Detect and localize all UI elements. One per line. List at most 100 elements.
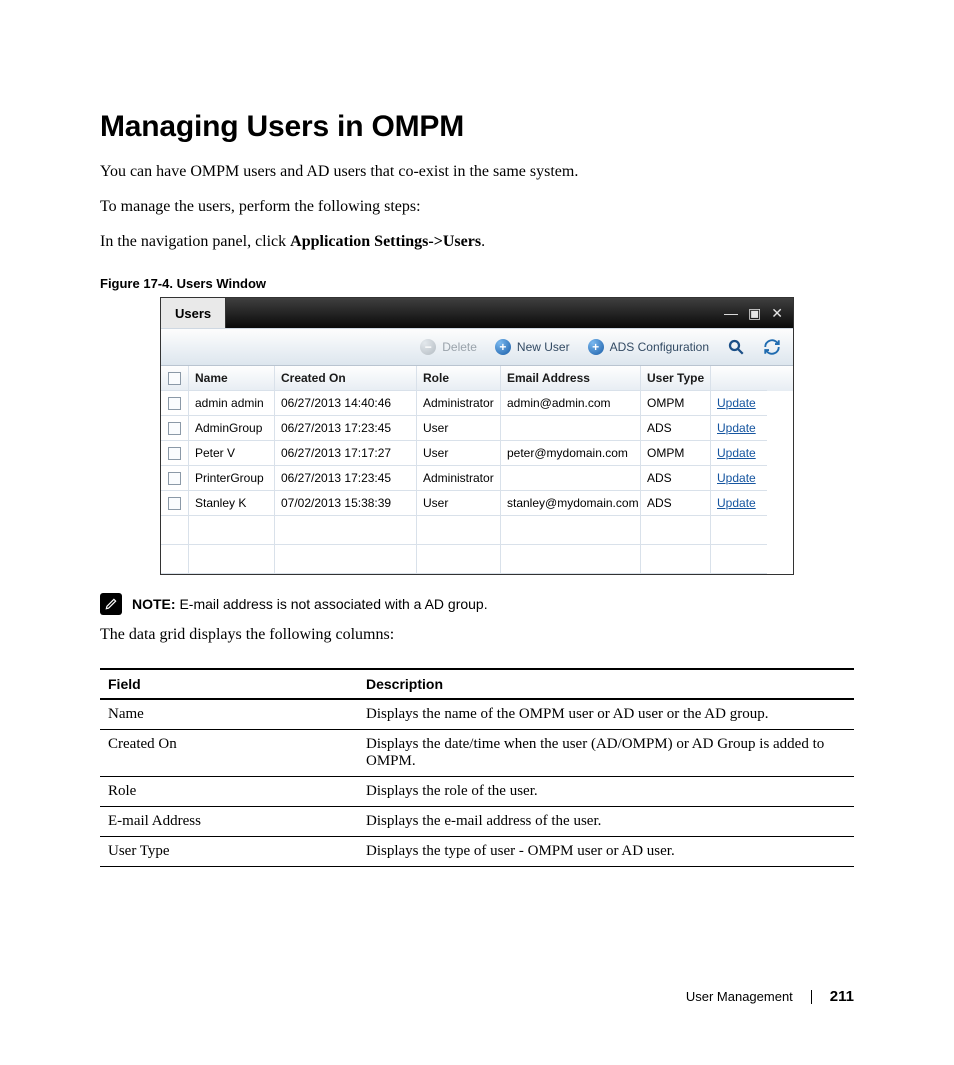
cell-name: admin admin <box>189 391 275 416</box>
cell-created: 06/27/2013 17:23:45 <box>275 466 417 491</box>
delete-button[interactable]: − Delete <box>420 339 477 355</box>
titlebar: Users — ▣ ✕ <box>161 298 793 328</box>
col-user-type[interactable]: User Type <box>641 366 711 391</box>
update-link[interactable]: Update <box>711 391 767 416</box>
table-row[interactable]: admin admin 06/27/2013 14:40:46 Administ… <box>161 391 793 416</box>
plus-icon: + <box>588 339 604 355</box>
maximize-icon[interactable]: ▣ <box>748 305 761 322</box>
page-title: Managing Users in OMPM <box>100 110 854 144</box>
field-description-table: Field Description Name Displays the name… <box>100 668 854 867</box>
table-row-empty <box>161 516 793 545</box>
figure-caption: Figure 17-4. Users Window <box>100 276 854 291</box>
new-user-label: New User <box>517 340 570 354</box>
cell-user-type: OMPM <box>641 441 711 466</box>
field-row: Created On Displays the date/time when t… <box>100 730 854 777</box>
cell-role: User <box>417 416 501 441</box>
plus-icon: + <box>495 339 511 355</box>
cell-name: PrinterGroup <box>189 466 275 491</box>
col-email[interactable]: Email Address <box>501 366 641 391</box>
row-checkbox[interactable] <box>161 441 189 466</box>
field-desc: Displays the e-mail address of the user. <box>362 807 854 837</box>
intro-p3-prefix: In the navigation panel, click <box>100 233 290 250</box>
footer-divider <box>811 990 812 1004</box>
note-label: NOTE: <box>132 596 176 612</box>
field-name: Role <box>100 777 362 807</box>
footer-section: User Management <box>686 989 793 1004</box>
cell-name: AdminGroup <box>189 416 275 441</box>
field-name: Name <box>100 699 362 730</box>
update-link[interactable]: Update <box>711 441 767 466</box>
table-row-empty <box>161 545 793 574</box>
field-row: User Type Displays the type of user - OM… <box>100 837 854 867</box>
search-icon[interactable] <box>727 338 745 356</box>
cell-role: User <box>417 491 501 516</box>
table-row[interactable]: PrinterGroup 06/27/2013 17:23:45 Adminis… <box>161 466 793 491</box>
update-link[interactable]: Update <box>711 491 767 516</box>
cell-email <box>501 416 641 441</box>
intro-p3-strong: Application Settings->Users <box>290 233 481 250</box>
table-row[interactable]: Stanley K 07/02/2013 15:38:39 User stanl… <box>161 491 793 516</box>
field-row: E-mail Address Displays the e-mail addre… <box>100 807 854 837</box>
field-desc: Displays the role of the user. <box>362 777 854 807</box>
row-checkbox[interactable] <box>161 466 189 491</box>
note-callout: NOTE: E-mail address is not associated w… <box>100 593 854 615</box>
cell-name: Peter V <box>189 441 275 466</box>
update-link[interactable]: Update <box>711 416 767 441</box>
col-action <box>711 366 767 391</box>
field-row: Name Displays the name of the OMPM user … <box>100 699 854 730</box>
row-checkbox[interactable] <box>161 391 189 416</box>
users-window: Users — ▣ ✕ − Delete + New User + ADS Co… <box>160 297 794 575</box>
intro-p2: To manage the users, perform the followi… <box>100 195 854 220</box>
intro-p3: In the navigation panel, click Applicati… <box>100 230 854 255</box>
ads-config-button[interactable]: + ADS Configuration <box>588 339 709 355</box>
note-icon <box>100 593 122 615</box>
cell-email <box>501 466 641 491</box>
col-role[interactable]: Role <box>417 366 501 391</box>
col-created[interactable]: Created On <box>275 366 417 391</box>
cell-created: 07/02/2013 15:38:39 <box>275 491 417 516</box>
cell-created: 06/27/2013 17:23:45 <box>275 416 417 441</box>
cell-user-type: OMPM <box>641 391 711 416</box>
new-user-button[interactable]: + New User <box>495 339 570 355</box>
col-name[interactable]: Name <box>189 366 275 391</box>
cell-name: Stanley K <box>189 491 275 516</box>
ads-config-label: ADS Configuration <box>610 340 709 354</box>
field-desc: Displays the type of user - OMPM user or… <box>362 837 854 867</box>
cell-created: 06/27/2013 17:17:27 <box>275 441 417 466</box>
intro-p3-suffix: . <box>481 233 485 250</box>
field-row: Role Displays the role of the user. <box>100 777 854 807</box>
table-row[interactable]: Peter V 06/27/2013 17:17:27 User peter@m… <box>161 441 793 466</box>
cell-email: admin@admin.com <box>501 391 641 416</box>
cell-user-type: ADS <box>641 416 711 441</box>
users-grid: Name Created On Role Email Address User … <box>161 366 793 574</box>
minus-icon: − <box>420 339 436 355</box>
field-name: Created On <box>100 730 362 777</box>
after-note: The data grid displays the following col… <box>100 623 854 648</box>
cell-created: 06/27/2013 14:40:46 <box>275 391 417 416</box>
page-footer: User Management 211 <box>686 988 854 1005</box>
grid-header: Name Created On Role Email Address User … <box>161 366 793 391</box>
cell-user-type: ADS <box>641 491 711 516</box>
cell-role: Administrator <box>417 466 501 491</box>
window-controls: — ▣ ✕ <box>724 305 793 322</box>
delete-label: Delete <box>442 340 477 354</box>
th-desc: Description <box>362 669 854 699</box>
minimize-icon[interactable]: — <box>724 305 738 322</box>
note-text: NOTE: E-mail address is not associated w… <box>132 596 488 612</box>
field-desc: Displays the name of the OMPM user or AD… <box>362 699 854 730</box>
page-number: 211 <box>830 988 854 1005</box>
select-all-checkbox[interactable] <box>161 366 189 391</box>
intro-p1: You can have OMPM users and AD users tha… <box>100 160 854 185</box>
cell-email: stanley@mydomain.com <box>501 491 641 516</box>
cell-role: Administrator <box>417 391 501 416</box>
users-tab[interactable]: Users <box>161 298 226 328</box>
row-checkbox[interactable] <box>161 491 189 516</box>
row-checkbox[interactable] <box>161 416 189 441</box>
th-field: Field <box>100 669 362 699</box>
close-icon[interactable]: ✕ <box>771 305 783 322</box>
note-body: E-mail address is not associated with a … <box>176 596 488 612</box>
refresh-icon[interactable] <box>763 338 781 356</box>
update-link[interactable]: Update <box>711 466 767 491</box>
field-name: E-mail Address <box>100 807 362 837</box>
table-row[interactable]: AdminGroup 06/27/2013 17:23:45 User ADS … <box>161 416 793 441</box>
